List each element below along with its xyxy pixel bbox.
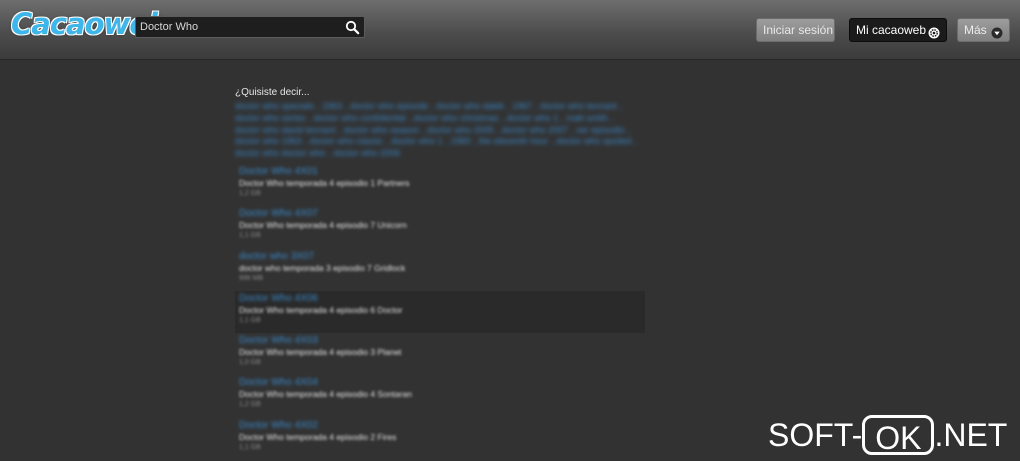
result-description: doctor who temporada 3 episodio 7 Gridlo… — [239, 262, 406, 273]
result-item[interactable]: doctor who 3X07 doctor who temporada 3 ep… — [235, 249, 645, 291]
suggestion-link[interactable]: doctor who 2007 — [502, 125, 569, 135]
suggestion-link[interactable]: doctor who episode — [350, 101, 428, 111]
soft-ok-watermark: SOFT- OK .NET — [768, 412, 1007, 458]
my-cacaoweb-button[interactable]: Mi cacaoweb — [849, 18, 947, 42]
watermark-left: SOFT- — [768, 417, 863, 453]
suggestion-link[interactable]: doctor who 1 — [507, 113, 559, 123]
suggestion-link[interactable]: doctor who 2006 — [334, 148, 401, 158]
suggestion-link[interactable]: doctor who 2005 — [427, 125, 494, 135]
result-meta: 1,1 GB — [239, 232, 261, 240]
result-item[interactable]: Doctor Who 4X01 Doctor Who temporada 4 ep… — [235, 164, 645, 206]
search-results-area: ¿Quisiste decir... doctor who specials, … — [235, 86, 645, 460]
more-label: Más — [964, 23, 987, 37]
suggestion-link[interactable]: doctor who christmas — [414, 113, 499, 123]
suggestion-link[interactable]: doctor who dalek — [436, 101, 504, 111]
result-item[interactable]: Doctor Who 4X06 Doctor Who temporada 4 ep… — [235, 290, 645, 334]
my-cacaoweb-label: Mi cacaoweb — [856, 23, 927, 37]
watermark-box: OK — [862, 415, 935, 456]
login-button[interactable]: Iniciar sesión — [756, 18, 835, 42]
suggestion-link[interactable]: doctor who classic — [310, 136, 384, 146]
suggestion-link[interactable]: matt smith — [566, 113, 608, 123]
result-title-link[interactable]: Doctor Who 4X04 — [239, 375, 645, 389]
suggestion-link[interactable]: doctor who series — [235, 113, 306, 123]
suggestion-link[interactable]: doctor who david tennant — [235, 125, 336, 135]
result-item[interactable]: Doctor Who 4X03 Doctor Who temporada 4 ep… — [235, 333, 645, 375]
gear-icon — [928, 24, 940, 39]
search-input[interactable] — [140, 18, 340, 36]
result-description: Doctor Who temporada 4 episodio 2 Fires — [239, 431, 397, 442]
result-description: Doctor Who temporada 4 episodio 1 Partne… — [239, 177, 410, 188]
result-item[interactable]: Doctor Who 4X02 Doctor Who temporada 4 ep… — [235, 418, 645, 460]
suggestion-list: doctor who specials, 1963, doctor who ep… — [235, 101, 637, 159]
top-bar: Cacaoweb Iniciar sesión Mi cacaoweb — [0, 0, 1020, 60]
suggestion-link[interactable]: 1967 — [512, 101, 532, 111]
search-box — [135, 16, 365, 38]
result-meta: 1,2 GB — [239, 189, 261, 197]
suggestion-link[interactable]: doctor who 1 — [391, 136, 443, 146]
result-meta: 1,1 GB — [239, 316, 261, 324]
result-description: Doctor Who temporada 4 episodio 3 Planet — [239, 347, 402, 358]
did-you-mean-label: ¿Quisiste decir... — [235, 87, 310, 98]
chevron-down-icon — [991, 24, 1003, 39]
result-title-link[interactable]: Doctor Who 4X01 — [239, 164, 645, 178]
result-meta: 1,0 GB — [239, 359, 261, 367]
result-item[interactable]: Doctor Who 4X04 Doctor Who temporada 4 ep… — [235, 375, 645, 417]
suggestion-link[interactable]: doctor who 1963 — [235, 136, 302, 146]
result-list: Doctor Who 4X01 Doctor Who temporada 4 ep… — [235, 164, 645, 460]
suggestion-link[interactable]: 1963 — [322, 101, 342, 111]
more-button[interactable]: Más — [957, 18, 1010, 42]
result-title-link[interactable]: Doctor Who 4X03 — [239, 333, 645, 347]
result-title-link[interactable]: doctor who 3X07 — [239, 249, 645, 263]
suggestion-link[interactable]: doctor who tennant — [540, 101, 617, 111]
page: Cacaoweb Iniciar sesión Mi cacaoweb — [0, 0, 1020, 461]
result-item[interactable]: Doctor Who 4X07 Doctor Who temporada 4 ep… — [235, 206, 645, 248]
suggestion-link[interactable]: doctor who specials — [235, 101, 314, 111]
result-title-link[interactable]: Doctor Who 4X07 — [239, 206, 645, 220]
result-description: Doctor Who temporada 4 episodio 4 Sontar… — [239, 389, 412, 400]
suggestion-link[interactable]: doctor who confidential — [314, 113, 406, 123]
suggestion-link[interactable]: doctor who doctor who — [235, 148, 326, 158]
suggestion-link[interactable]: the eleventh hour — [479, 136, 549, 146]
result-meta: 1,2 GB — [239, 401, 261, 409]
suggestion-link[interactable]: ver episodio — [576, 125, 625, 135]
watermark-right: .NET — [934, 417, 1008, 453]
result-meta: 1,1 GB — [239, 443, 261, 451]
result-description: Doctor Who temporada 4 episodio 6 Doctor — [239, 304, 403, 315]
result-title-link[interactable]: Doctor Who 4X02 — [239, 418, 645, 432]
result-description: Doctor Who temporada 4 episodio 7 Unicor… — [239, 220, 407, 231]
suggestion-link[interactable]: doctor who spoiled — [556, 136, 631, 146]
suggestion-link[interactable]: doctor who season — [344, 125, 420, 135]
result-meta: 996 MB — [239, 274, 264, 282]
search-icon[interactable] — [345, 20, 360, 35]
result-title-link[interactable]: Doctor Who 4X06 — [239, 291, 645, 305]
suggestion-link[interactable]: 1960 — [451, 136, 471, 146]
